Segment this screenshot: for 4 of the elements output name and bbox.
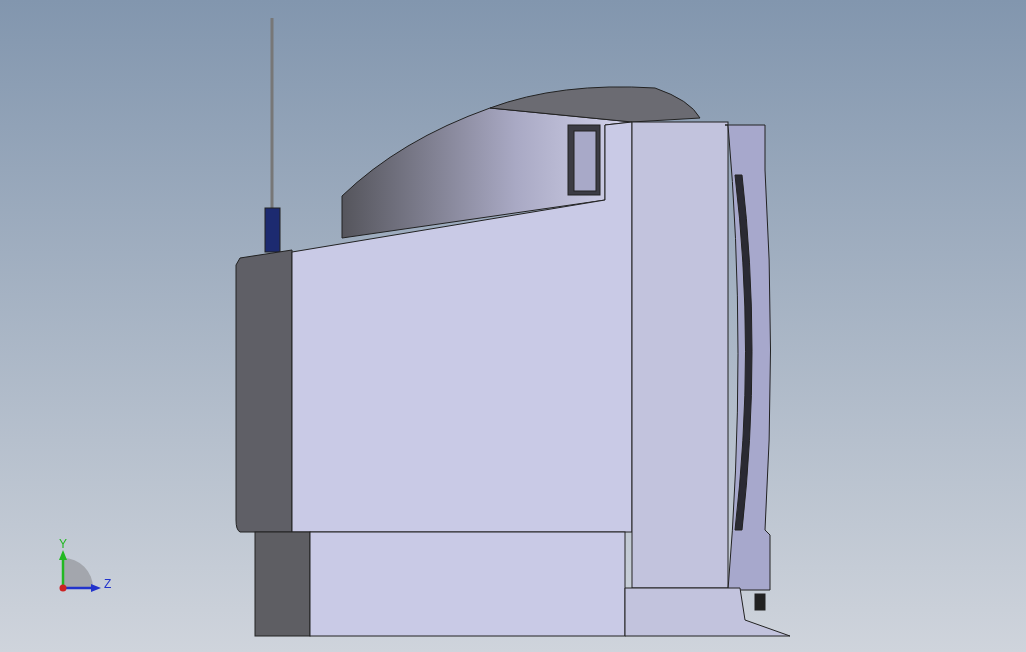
axis-label: Z [104,577,112,591]
triad-plane-icon [63,558,93,588]
axis-label: Y [59,537,67,551]
origin-icon [59,584,67,592]
